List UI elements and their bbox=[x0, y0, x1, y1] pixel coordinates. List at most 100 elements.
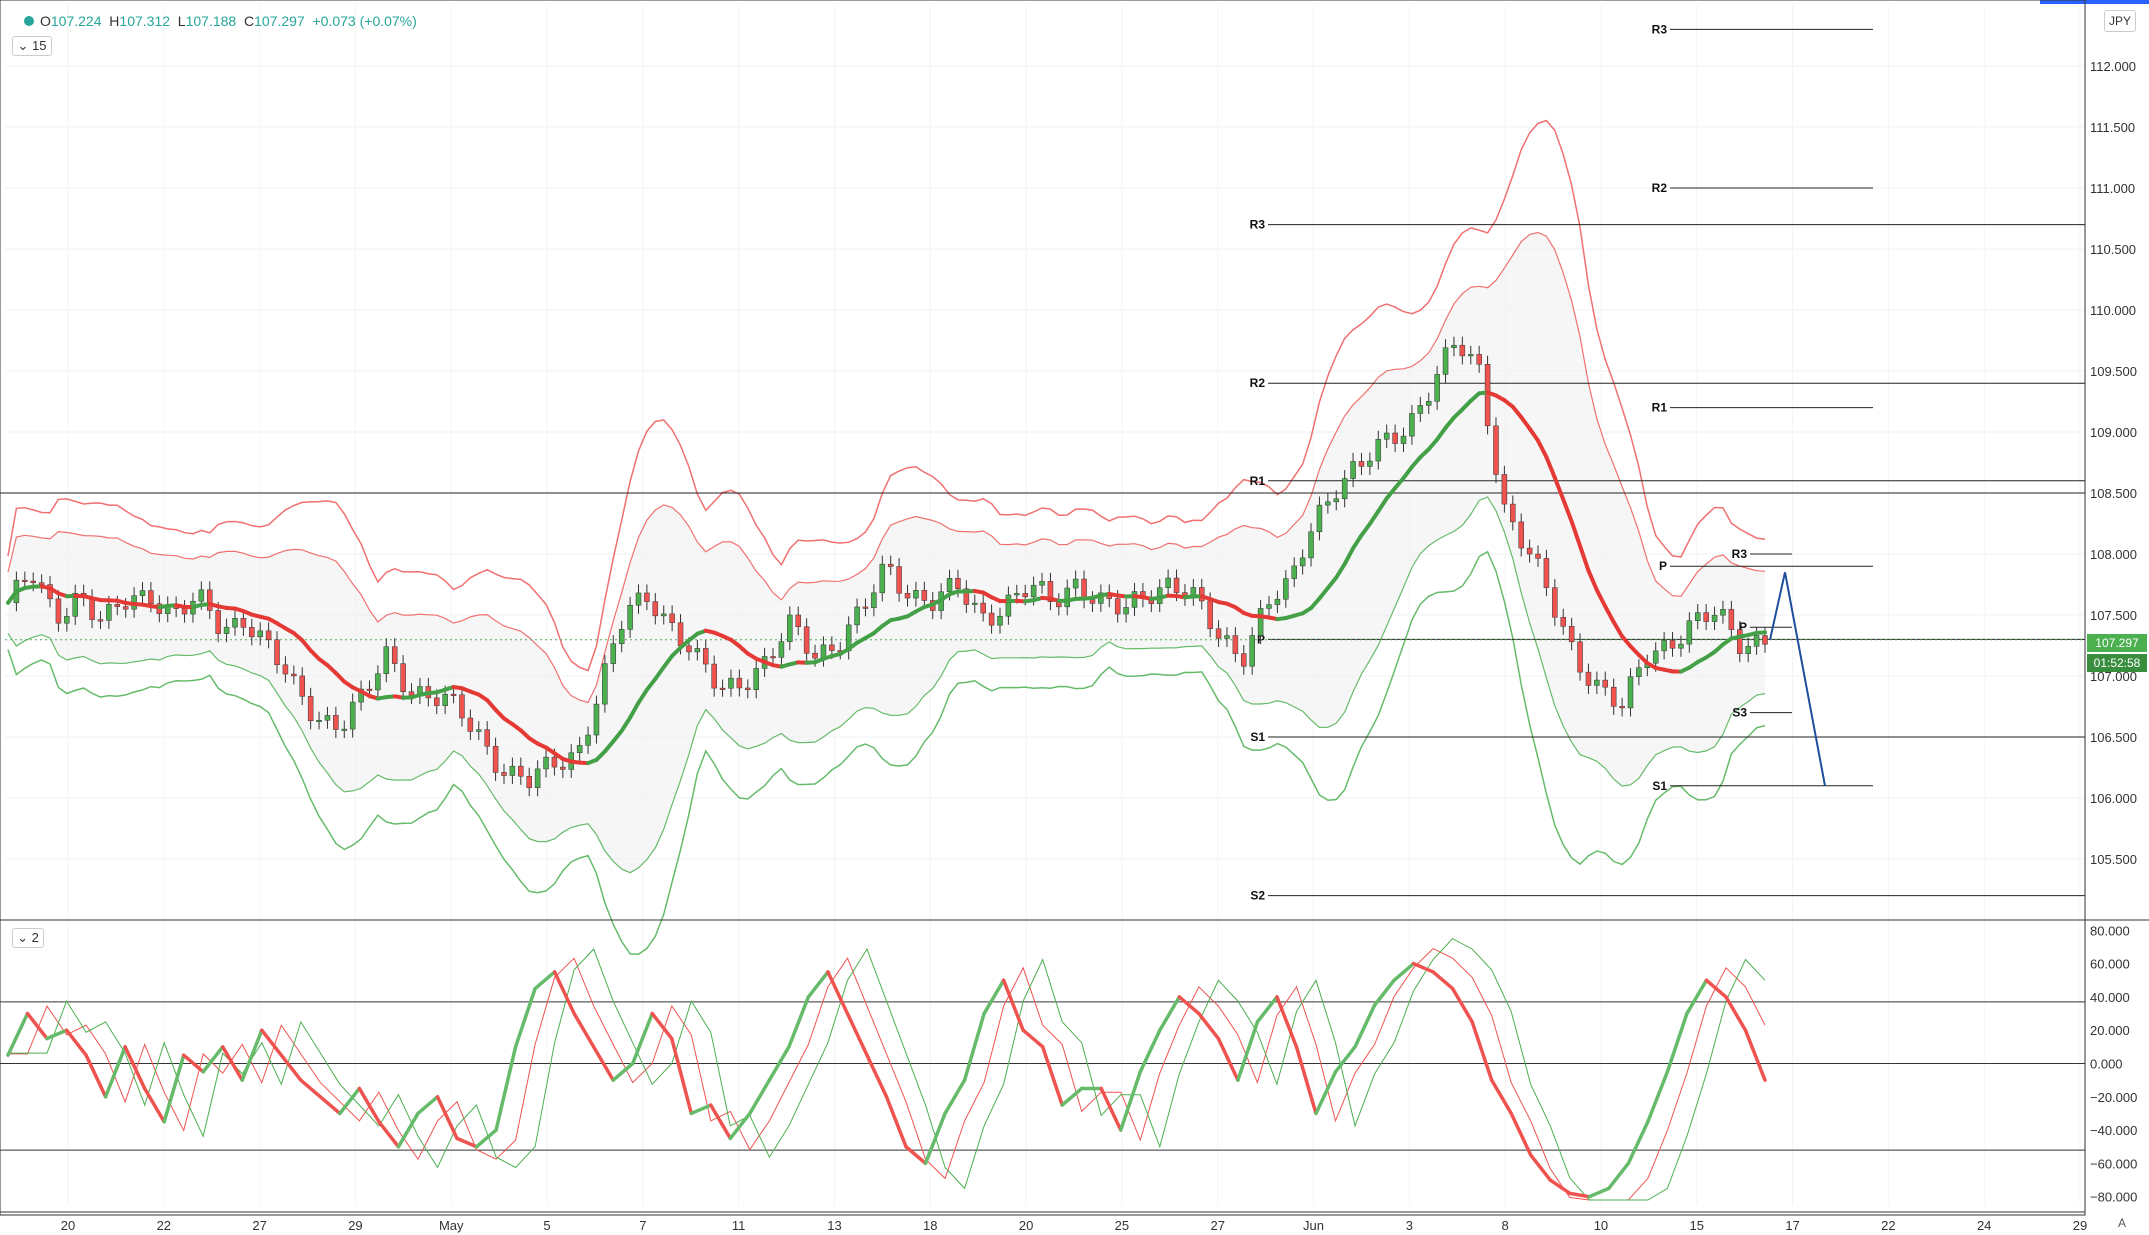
candle-body bbox=[1417, 405, 1424, 414]
candle-body bbox=[299, 675, 305, 697]
osc-main-segment bbox=[1138, 1028, 1162, 1074]
candle-body bbox=[862, 606, 869, 609]
price-tick-label: 107.500 bbox=[2090, 608, 2137, 623]
price-tick-label: 110.000 bbox=[2090, 303, 2136, 318]
osc-main-segment bbox=[1607, 1161, 1631, 1191]
pivot-level-label: R1 bbox=[1250, 474, 1266, 488]
candle-body bbox=[1711, 614, 1718, 622]
time-tick-label: 15 bbox=[1690, 1218, 1704, 1233]
candle-body bbox=[1552, 587, 1558, 618]
osc-main-segment bbox=[1626, 1120, 1650, 1166]
osc-tick-label: 20.000 bbox=[2090, 1023, 2130, 1038]
osc-main-segment bbox=[1470, 1020, 1494, 1082]
currency-button[interactable]: JPY bbox=[2104, 10, 2136, 32]
candle-body bbox=[30, 580, 36, 584]
candle-body bbox=[955, 578, 961, 590]
osc-main-segment bbox=[201, 1045, 225, 1074]
candle-body bbox=[803, 626, 810, 654]
candle-body bbox=[1257, 608, 1264, 636]
oscillator-pane-collapse-button[interactable]: ⌄ 2 bbox=[12, 928, 44, 948]
candle-body bbox=[1123, 607, 1129, 615]
candle-body bbox=[602, 663, 608, 705]
osc-main-segment bbox=[1236, 1020, 1260, 1082]
osc-main-segment bbox=[513, 986, 537, 1049]
candle-body bbox=[450, 693, 457, 696]
candle-body bbox=[1249, 635, 1255, 667]
candle-body bbox=[1560, 617, 1566, 627]
osc-signal-red bbox=[8, 947, 1766, 1201]
weekly-pivot-label: R2 bbox=[1652, 181, 1668, 195]
osc-main-segment bbox=[943, 1078, 967, 1116]
osc-main-segment bbox=[1509, 1111, 1533, 1157]
candle-body bbox=[1022, 593, 1028, 598]
pivot-level-label: S2 bbox=[1250, 889, 1265, 903]
candle-body bbox=[1459, 344, 1466, 357]
auto-scale-button[interactable]: A bbox=[2118, 1216, 2126, 1230]
candle-body bbox=[593, 703, 600, 736]
osc-tick-label: 40.000 bbox=[2090, 990, 2130, 1005]
candle-body bbox=[1627, 676, 1634, 709]
chart-canvas[interactable]: R3R2R1PS1S2R3R2R1PS1R3PS3 112.000111.500… bbox=[0, 0, 2149, 1235]
candle-body bbox=[240, 617, 247, 628]
candle-body bbox=[97, 619, 104, 622]
osc-tick-label: −80.000 bbox=[2090, 1190, 2137, 1205]
weekly-pivot-label: P bbox=[1659, 559, 1667, 573]
chevron-down-icon: ⌄ bbox=[17, 930, 32, 945]
candle-body bbox=[1686, 620, 1693, 645]
candle-body bbox=[669, 613, 675, 623]
candle-body bbox=[1005, 594, 1012, 617]
candle-body bbox=[400, 663, 406, 692]
candle-body bbox=[122, 606, 129, 610]
candle-body bbox=[812, 652, 818, 659]
candle-body bbox=[1493, 425, 1499, 475]
osc-main-segment bbox=[1548, 1178, 1572, 1196]
candle-body bbox=[349, 701, 356, 730]
candle-body bbox=[1224, 635, 1230, 639]
candle-body bbox=[736, 677, 743, 689]
candle-body bbox=[644, 592, 650, 602]
candle-body bbox=[887, 563, 894, 567]
candle-body bbox=[139, 590, 146, 596]
osc-main-segment bbox=[338, 1086, 362, 1116]
pivot-levels: R3R2R1PS1S2R3R2R1PS1R3PS3 bbox=[0, 22, 2085, 903]
time-tick-label: 27 bbox=[252, 1218, 266, 1233]
osc-main-segment bbox=[572, 1011, 596, 1049]
candle-body bbox=[215, 610, 221, 634]
candle-body bbox=[1039, 581, 1045, 586]
candle-body bbox=[660, 613, 667, 617]
low-value: 107.188 bbox=[185, 13, 237, 29]
candle-body bbox=[1510, 503, 1516, 523]
osc-tick-label: 60.000 bbox=[2090, 957, 2130, 972]
band-fill bbox=[8, 232, 1765, 873]
time-tick-label: 22 bbox=[1881, 1218, 1895, 1233]
osc-main-segment bbox=[884, 1095, 908, 1149]
price-tick-label: 106.500 bbox=[2090, 730, 2137, 745]
candle-body bbox=[459, 694, 465, 719]
time-tick-label: 20 bbox=[1019, 1218, 1033, 1233]
time-tick-label: 17 bbox=[1785, 1218, 1799, 1233]
candle-body bbox=[181, 608, 188, 615]
time-tick-label: Jun bbox=[1303, 1218, 1324, 1233]
candle-body bbox=[341, 728, 348, 731]
candle-body bbox=[703, 648, 709, 665]
candle-body bbox=[1728, 609, 1735, 630]
candle-body bbox=[291, 673, 297, 677]
candle-body bbox=[249, 627, 255, 638]
candle-body bbox=[324, 715, 331, 721]
candle-body bbox=[257, 630, 263, 638]
candle-body bbox=[1678, 643, 1684, 649]
candle-body bbox=[1451, 344, 1457, 348]
candle-body bbox=[55, 598, 62, 624]
candle-body bbox=[635, 592, 642, 606]
candle-body bbox=[1703, 612, 1709, 622]
osc-main-segment bbox=[25, 1011, 49, 1041]
candle-body bbox=[307, 696, 314, 722]
candle-body bbox=[677, 622, 684, 647]
candle-body bbox=[854, 606, 860, 626]
candle-body bbox=[1602, 679, 1609, 688]
osc-main-segment bbox=[1216, 1036, 1240, 1082]
price-tick-label: 111.000 bbox=[2090, 181, 2135, 196]
main-pane-collapse-button[interactable]: ⌄ 15 bbox=[12, 36, 52, 56]
ma-segment bbox=[1754, 630, 1767, 635]
candle-body bbox=[871, 592, 877, 609]
